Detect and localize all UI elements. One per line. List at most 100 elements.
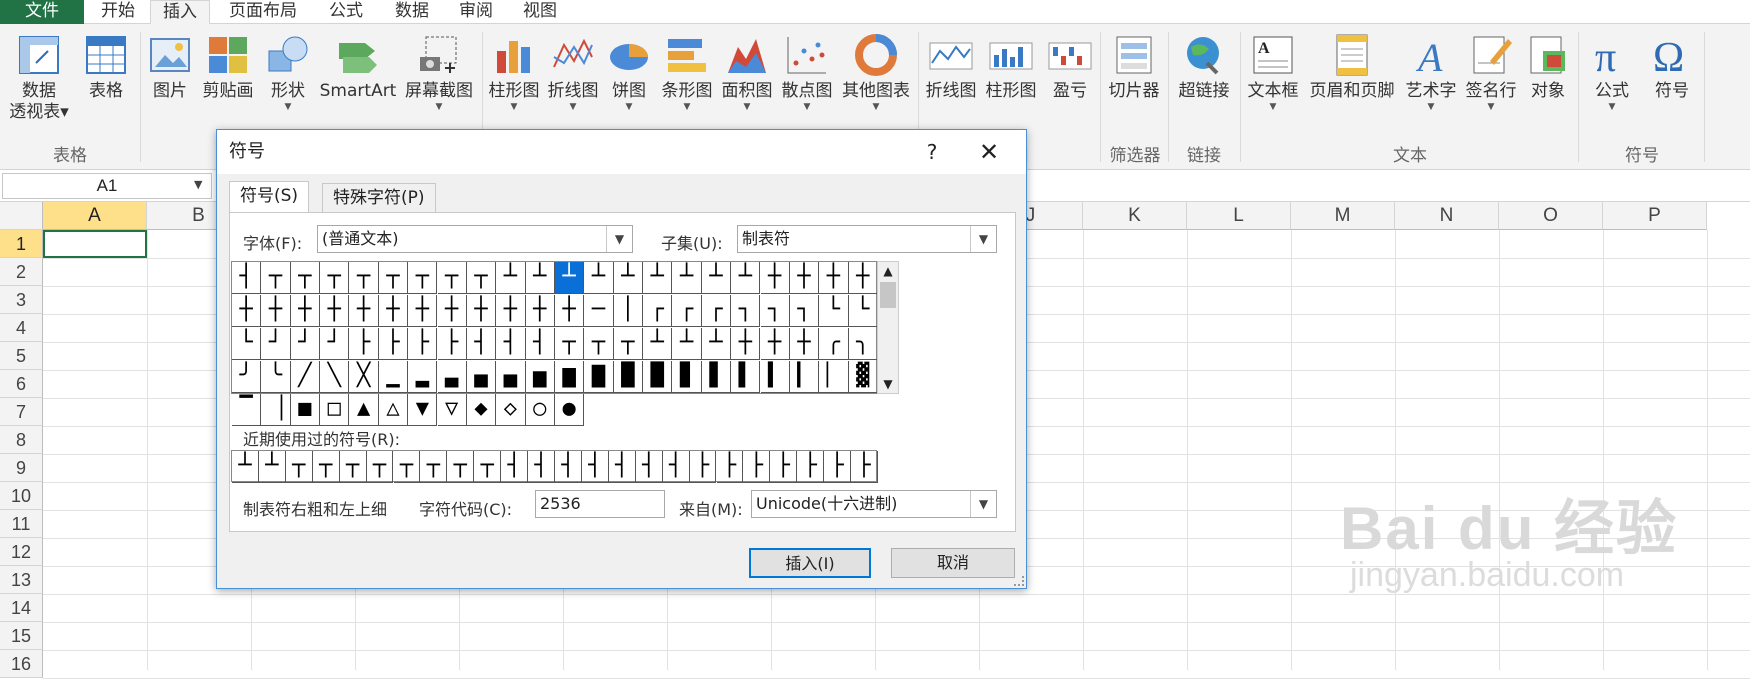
chevron-down-icon[interactable]: ▼ [970,226,996,252]
symbol-cell[interactable]: ╮ [848,328,878,360]
row-header[interactable]: 7 [0,398,43,426]
tab-view[interactable]: 视图 [512,0,568,24]
textbox-button[interactable]: A 文本框 ▼ [1244,28,1302,112]
symbol-cell[interactable]: ▁ [378,361,409,393]
symbol-cell[interactable]: ┼ [378,295,409,327]
symbol-cell[interactable]: ╱ [290,361,321,393]
symbol-cell[interactable]: ┘ [320,328,350,360]
column-header[interactable]: M [1291,202,1395,230]
scroll-thumb[interactable] [880,282,896,308]
recent-symbol-cell[interactable]: ┬ [393,451,421,483]
symbol-cell[interactable]: ┴ [672,328,702,360]
symbol-cell[interactable]: ┴ [701,328,732,360]
symbol-cell[interactable]: ┌ [701,295,732,327]
scatter-chart-button[interactable]: 散点图 ▼ [778,28,836,112]
recent-symbol-cell[interactable]: ├ [689,451,717,483]
recent-symbol-cell[interactable]: ├ [797,451,825,483]
shapes-button[interactable]: 形状 ▼ [262,28,314,112]
tab-review[interactable]: 审阅 [448,0,504,24]
symbol-cell[interactable]: ▌ [731,361,761,393]
name-box[interactable]: A1 [2,173,212,199]
symbol-cell[interactable]: ┬ [290,262,321,294]
symbol-cell[interactable]: △ [378,394,409,426]
slicer-button[interactable]: 切片器 [1104,28,1164,102]
symbol-cell[interactable]: ┴ [643,262,673,294]
from-select[interactable]: Unicode(十六进制) ▼ [751,490,997,518]
symbol-cell[interactable]: ├ [408,328,438,360]
pie-chart-button[interactable]: 饼图 ▼ [604,28,654,112]
symbol-cell[interactable]: ┼ [789,328,820,360]
row-header[interactable]: 6 [0,370,43,398]
symbol-cell[interactable]: ○ [525,394,555,426]
row-header[interactable]: 12 [0,538,43,566]
recent-symbol-cell[interactable]: ┬ [339,451,367,483]
row-header[interactable]: 9 [0,454,43,482]
pivottable-button[interactable]: 数据 透视表▾ [4,28,74,123]
symbol-cell[interactable]: ┼ [555,295,585,327]
symbol-cell[interactable]: ● [555,394,585,426]
symbol-cell[interactable]: ▋ [701,361,732,393]
insert-button[interactable]: 插入(I) [749,548,871,578]
font-select[interactable]: (普通文本) ▼ [317,225,633,253]
symbol-cell[interactable]: ┼ [320,295,350,327]
symbol-cell[interactable]: ┴ [555,262,585,294]
picture-button[interactable]: 图片 [144,28,196,102]
symbol-cell[interactable]: ├ [349,328,379,360]
recent-symbol-cell[interactable]: ┬ [366,451,394,483]
help-icon[interactable]: ? [912,130,952,174]
symbol-cell[interactable]: ▍ [760,361,790,393]
header-footer-button[interactable]: 页眉和页脚 [1304,28,1400,102]
row-header[interactable]: 13 [0,566,43,594]
recent-symbol-cell[interactable]: ├ [716,451,744,483]
row-header[interactable]: 11 [0,510,43,538]
object-button[interactable]: 对象 [1522,28,1574,102]
symbol-cell[interactable]: ╭ [819,328,849,360]
recent-symbol-cell[interactable]: ┴ [258,451,286,483]
scroll-up-icon[interactable]: ▲ [878,262,898,280]
hyperlink-button[interactable]: 超链接 [1172,28,1236,102]
recent-symbol-cell[interactable]: ├ [851,451,878,483]
symbol-cell[interactable]: ┬ [437,262,467,294]
symbol-cell[interactable]: ▎ [789,361,820,393]
column-header[interactable]: K [1083,202,1187,230]
symbol-cell[interactable]: ┐ [760,295,790,327]
equation-button[interactable]: π 公式 ▼ [1582,28,1642,112]
symbol-cell[interactable]: ┼ [496,295,526,327]
symbol-cell[interactable]: ╰ [261,361,291,393]
symbol-cell[interactable]: ▃ [437,361,467,393]
symbol-cell[interactable]: ┼ [525,295,555,327]
column-chart-button[interactable]: 柱形图 ▼ [484,28,544,112]
char-code-input[interactable]: 2536 [535,490,665,518]
wordart-button[interactable]: A 艺术字 ▼ [1402,28,1460,112]
area-chart-button[interactable]: 面积图 ▼ [718,28,776,112]
row-header[interactable]: 16 [0,650,43,678]
symbol-cell[interactable]: ┤ [496,328,526,360]
symbol-cell[interactable]: ■ [290,394,321,426]
column-header[interactable]: N [1395,202,1499,230]
cancel-button[interactable]: 取消 [891,548,1015,578]
symbol-cell[interactable]: ┼ [819,262,849,294]
symbol-cell[interactable]: ▼ [408,394,438,426]
symbol-cell[interactable]: ┼ [731,328,761,360]
symbol-cell[interactable]: │ [613,295,644,327]
symbol-cell[interactable]: ┐ [789,295,820,327]
symbol-cell[interactable]: ┼ [437,295,467,327]
sparkline-column-button[interactable]: 柱形图 [982,28,1040,102]
symbol-cell[interactable]: ┤ [466,328,497,360]
recent-symbol-cell[interactable]: ├ [743,451,771,483]
symbol-cell[interactable]: ┼ [261,295,291,327]
symbol-cell[interactable]: ┼ [760,328,790,360]
symbol-cell[interactable]: ┌ [643,295,673,327]
symbol-cell[interactable]: ╯ [232,361,262,393]
other-chart-button[interactable]: 其他图表 ▼ [836,28,916,112]
recent-symbol-cell[interactable]: ┴ [232,451,259,483]
symbol-cell[interactable]: ╲ [320,361,350,393]
symbol-cell[interactable]: ┬ [378,262,409,294]
symbol-cell[interactable]: ┬ [555,328,585,360]
symbol-cell[interactable]: ┴ [496,262,526,294]
symbol-cell[interactable]: ┤ [232,262,262,294]
sparkline-line-button[interactable]: 折线图 [922,28,980,102]
symbol-cell[interactable]: └ [232,328,262,360]
symbol-cell[interactable]: ┬ [261,262,291,294]
row-header[interactable]: 2 [0,258,43,286]
